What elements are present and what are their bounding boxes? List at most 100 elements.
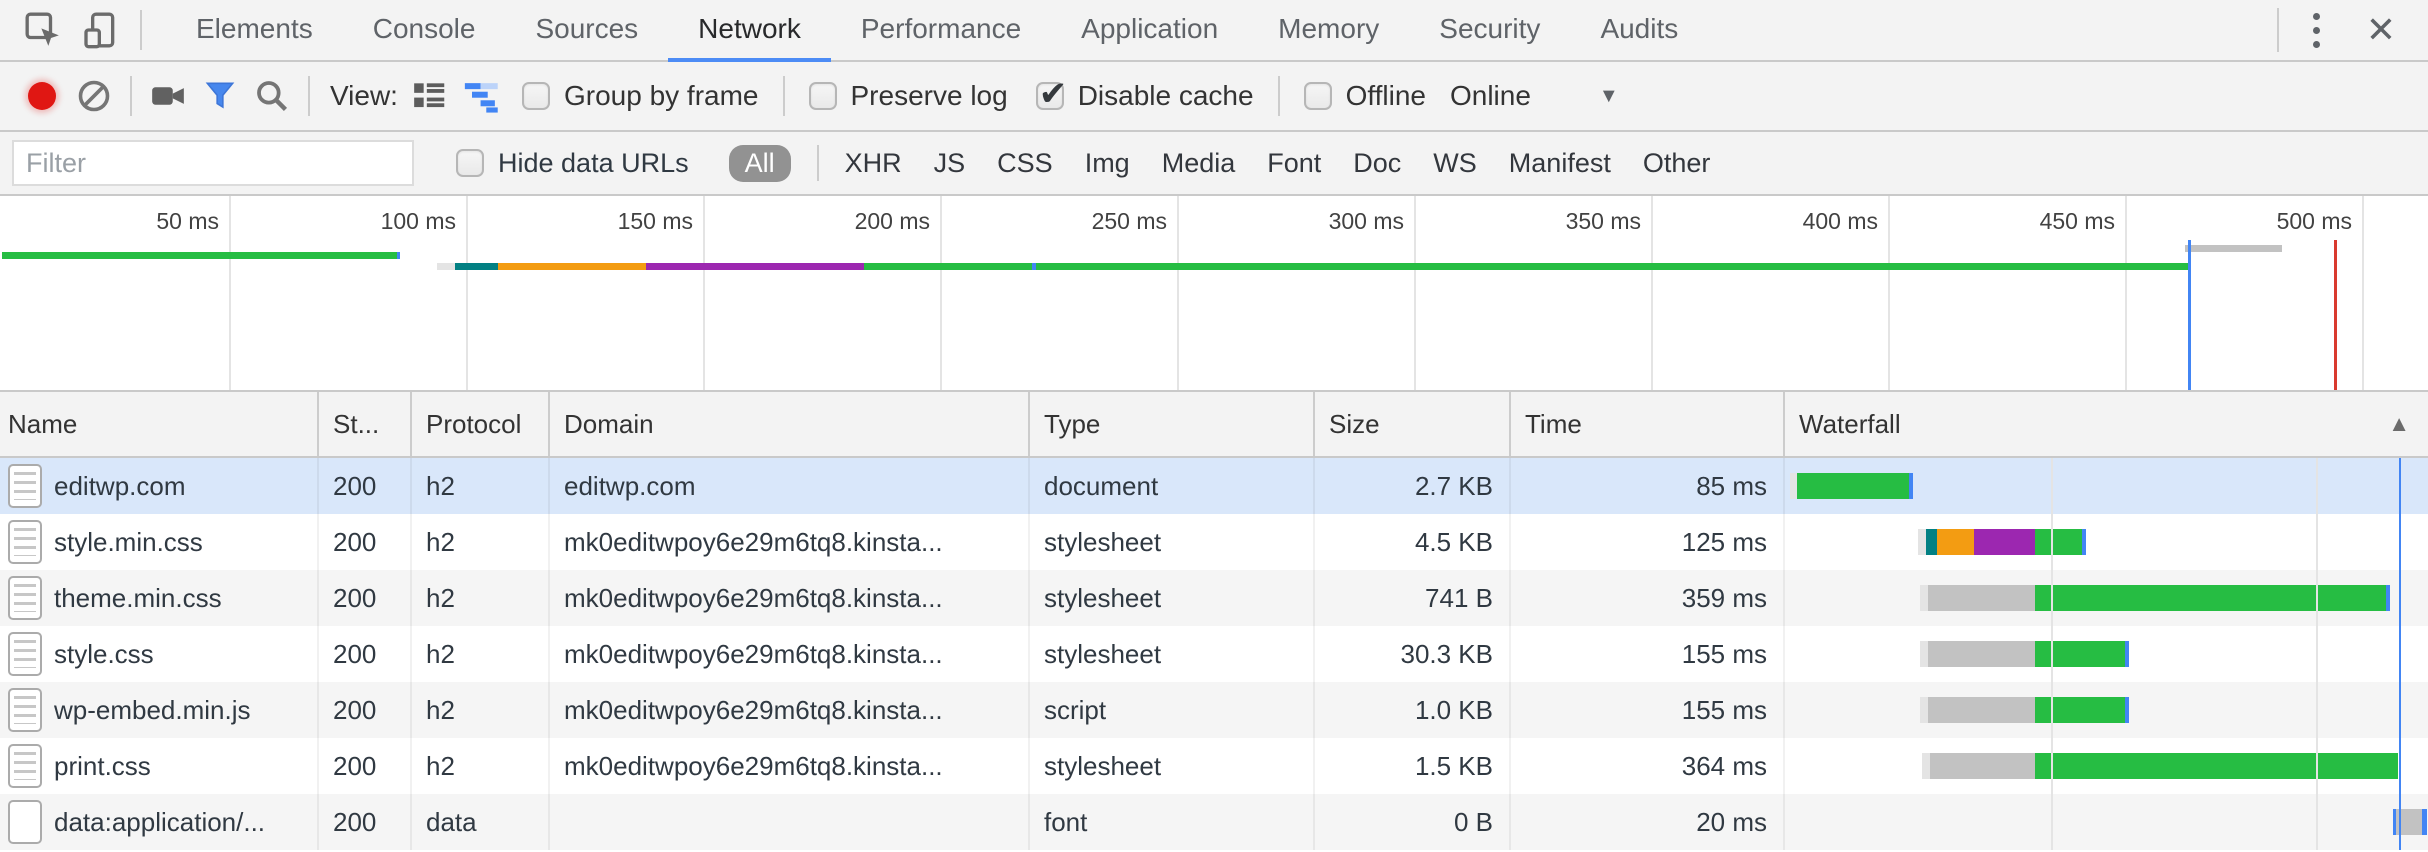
request-type-cell[interactable]: document <box>1030 458 1315 514</box>
preserve-log-toggle[interactable]: Preserve log <box>809 80 1008 112</box>
table-row-3[interactable]: theme.min.css 200 h2 mk0editwpoy6e29m6tq… <box>0 570 2428 626</box>
capture-screenshots-icon[interactable] <box>142 70 194 122</box>
request-protocol-cell[interactable]: h2 <box>412 514 550 570</box>
request-name-cell[interactable]: print.css <box>0 738 319 794</box>
request-time-cell[interactable]: 155 ms <box>1511 682 1785 738</box>
request-type-cell[interactable]: stylesheet <box>1030 626 1315 682</box>
request-name-cell[interactable]: editwp.com <box>0 458 319 514</box>
filter-type-font[interactable]: Font <box>1267 148 1321 179</box>
request-size-cell[interactable]: 1.0 KB <box>1315 682 1511 738</box>
request-time-cell[interactable]: 364 ms <box>1511 738 1785 794</box>
request-status-cell[interactable]: 200 <box>319 514 412 570</box>
request-type-cell[interactable]: font <box>1030 794 1315 850</box>
request-time-cell[interactable]: 155 ms <box>1511 626 1785 682</box>
request-domain-cell[interactable]: mk0editwpoy6e29m6tq8.kinsta... <box>550 514 1030 570</box>
request-domain-cell[interactable]: mk0editwpoy6e29m6tq8.kinsta... <box>550 570 1030 626</box>
table-row-1[interactable]: editwp.com 200 h2 editwp.com document 2.… <box>0 458 2428 514</box>
tab-memory[interactable]: Memory <box>1248 0 1409 62</box>
filter-type-doc[interactable]: Doc <box>1353 148 1401 179</box>
request-domain-cell[interactable] <box>550 794 1030 850</box>
filter-type-all[interactable]: All <box>729 145 791 182</box>
throttling-dropdown[interactable]: Online ▼ <box>1450 80 1619 112</box>
offline-checkbox[interactable] <box>1304 82 1332 110</box>
table-row-2[interactable]: style.min.css 200 h2 mk0editwpoy6e29m6tq… <box>0 514 2428 570</box>
request-domain-cell[interactable]: mk0editwpoy6e29m6tq8.kinsta... <box>550 738 1030 794</box>
filter-type-ws[interactable]: WS <box>1433 148 1477 179</box>
request-size-cell[interactable]: 30.3 KB <box>1315 626 1511 682</box>
record-button[interactable] <box>16 70 68 122</box>
tab-elements[interactable]: Elements <box>166 0 343 62</box>
request-domain-cell[interactable]: editwp.com <box>550 458 1030 514</box>
offline-toggle[interactable]: Offline <box>1304 80 1426 112</box>
request-status-cell[interactable]: 200 <box>319 738 412 794</box>
device-toolbar-icon[interactable] <box>72 1 130 59</box>
request-protocol-cell[interactable]: h2 <box>412 738 550 794</box>
column-header-time[interactable]: Time <box>1511 392 1785 456</box>
request-time-cell[interactable]: 125 ms <box>1511 514 1785 570</box>
column-header-waterfall[interactable]: Waterfall ▲ <box>1785 392 2428 456</box>
column-header-type[interactable]: Type <box>1030 392 1315 456</box>
request-status-cell[interactable]: 200 <box>319 458 412 514</box>
preserve-log-checkbox[interactable] <box>809 82 837 110</box>
filter-type-xhr[interactable]: XHR <box>845 148 902 179</box>
tab-network[interactable]: Network <box>668 0 831 62</box>
filter-type-css[interactable]: CSS <box>997 148 1053 179</box>
disable-cache-checkbox[interactable] <box>1036 82 1064 110</box>
request-waterfall-cell[interactable] <box>1785 682 2428 738</box>
request-size-cell[interactable]: 2.7 KB <box>1315 458 1511 514</box>
table-row-4[interactable]: style.css 200 h2 mk0editwpoy6e29m6tq8.ki… <box>0 626 2428 682</box>
request-protocol-cell[interactable]: h2 <box>412 458 550 514</box>
group-by-frame-checkbox[interactable] <box>522 82 550 110</box>
filter-type-js[interactable]: JS <box>934 148 966 179</box>
request-waterfall-cell[interactable] <box>1785 794 2428 850</box>
request-domain-cell[interactable]: mk0editwpoy6e29m6tq8.kinsta... <box>550 626 1030 682</box>
request-type-cell[interactable]: stylesheet <box>1030 738 1315 794</box>
tab-sources[interactable]: Sources <box>505 0 668 62</box>
hide-data-urls-checkbox[interactable] <box>456 149 484 177</box>
request-protocol-cell[interactable]: h2 <box>412 626 550 682</box>
overview-pane[interactable]: 50 ms100 ms150 ms200 ms250 ms300 ms350 m… <box>0 196 2428 392</box>
request-waterfall-cell[interactable] <box>1785 458 2428 514</box>
request-time-cell[interactable]: 20 ms <box>1511 794 1785 850</box>
request-size-cell[interactable]: 0 B <box>1315 794 1511 850</box>
clear-button[interactable] <box>68 70 120 122</box>
filter-input[interactable] <box>12 140 414 186</box>
disable-cache-toggle[interactable]: Disable cache <box>1036 80 1254 112</box>
request-status-cell[interactable]: 200 <box>319 794 412 850</box>
table-row-7[interactable]: data:application/... 200 data font 0 B 2… <box>0 794 2428 850</box>
request-name-cell[interactable]: style.css <box>0 626 319 682</box>
request-time-cell[interactable]: 359 ms <box>1511 570 1785 626</box>
request-size-cell[interactable]: 4.5 KB <box>1315 514 1511 570</box>
request-type-cell[interactable]: script <box>1030 682 1315 738</box>
tab-console[interactable]: Console <box>343 0 506 62</box>
request-name-cell[interactable]: style.min.css <box>0 514 319 570</box>
request-name-cell[interactable]: data:application/... <box>0 794 319 850</box>
table-row-6[interactable]: print.css 200 h2 mk0editwpoy6e29m6tq8.ki… <box>0 738 2428 794</box>
kebab-menu-icon[interactable] <box>2289 13 2344 48</box>
table-row-5[interactable]: wp-embed.min.js 200 h2 mk0editwpoy6e29m6… <box>0 682 2428 738</box>
show-overview-icon[interactable] <box>456 70 508 122</box>
request-type-cell[interactable]: stylesheet <box>1030 570 1315 626</box>
request-domain-cell[interactable]: mk0editwpoy6e29m6tq8.kinsta... <box>550 682 1030 738</box>
column-header-domain[interactable]: Domain <box>550 392 1030 456</box>
large-request-rows-icon[interactable] <box>404 70 456 122</box>
request-protocol-cell[interactable]: h2 <box>412 570 550 626</box>
sort-ascending-icon[interactable]: ▲ <box>2388 411 2410 437</box>
tab-audits[interactable]: Audits <box>1570 0 1708 62</box>
request-status-cell[interactable]: 200 <box>319 626 412 682</box>
tab-performance[interactable]: Performance <box>831 0 1051 62</box>
request-name-cell[interactable]: wp-embed.min.js <box>0 682 319 738</box>
request-waterfall-cell[interactable] <box>1785 570 2428 626</box>
request-protocol-cell[interactable]: h2 <box>412 682 550 738</box>
column-header-name[interactable]: Name <box>0 392 319 456</box>
request-waterfall-cell[interactable] <box>1785 626 2428 682</box>
request-size-cell[interactable]: 741 B <box>1315 570 1511 626</box>
group-by-frame-toggle[interactable]: Group by frame <box>522 80 759 112</box>
filter-type-media[interactable]: Media <box>1162 148 1236 179</box>
tab-security[interactable]: Security <box>1409 0 1570 62</box>
search-icon[interactable] <box>246 70 298 122</box>
close-icon[interactable]: ✕ <box>2344 1 2418 59</box>
filter-type-manifest[interactable]: Manifest <box>1509 148 1611 179</box>
inspect-cursor-icon[interactable] <box>14 1 72 59</box>
hide-data-urls-toggle[interactable]: Hide data URLs <box>456 148 689 179</box>
